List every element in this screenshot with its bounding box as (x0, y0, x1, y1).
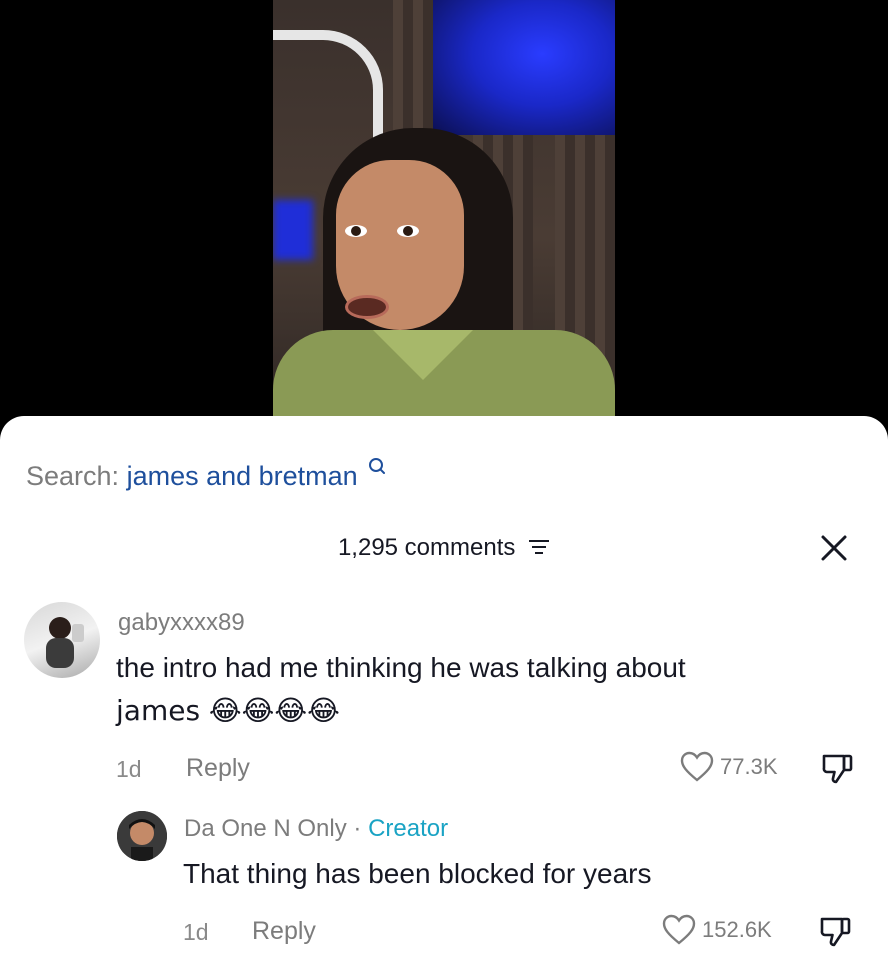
comments-count: 1,295 comments (337, 534, 516, 561)
reply-button[interactable]: Reply (252, 917, 316, 946)
like-button[interactable]: 152.6K (662, 914, 772, 946)
username-separator: · (346, 815, 369, 842)
person-eye (345, 225, 367, 237)
avatar[interactable] (24, 602, 100, 678)
avatar[interactable] (117, 811, 167, 861)
dislike-icon (822, 754, 853, 784)
reply-username-row: Da One N Only · Creator (184, 815, 448, 843)
close-button[interactable] (818, 532, 850, 564)
filter-icon[interactable] (528, 533, 550, 565)
dislike-icon (820, 917, 851, 947)
heart-icon (680, 751, 714, 782)
comment-username[interactable]: gabyxxxx89 (118, 609, 245, 637)
like-count: 77.3K (720, 754, 778, 779)
close-icon (821, 535, 847, 561)
dislike-button[interactable] (818, 915, 852, 954)
search-suggestion[interactable]: Search: james and bretman (26, 449, 386, 495)
comment-time: 1d (116, 756, 142, 782)
blue-light (273, 200, 313, 260)
comment-text: the intro had me thinking he was talking… (116, 646, 686, 732)
window-frame (273, 30, 383, 140)
heart-icon (662, 914, 696, 945)
search-icon[interactable] (368, 449, 386, 487)
search-term[interactable]: james and bretman (127, 461, 358, 491)
like-button[interactable]: 77.3K (680, 751, 778, 783)
comments-sheet: Search: james and bretman 1,295 comments… (0, 416, 888, 954)
reply-username[interactable]: Da One N Only (184, 815, 347, 842)
comment-text-line: the intro had me thinking he was talking… (116, 652, 686, 683)
reply-button[interactable]: Reply (186, 754, 250, 783)
reply-time: 1d (183, 919, 209, 945)
video-frame[interactable] (273, 0, 615, 430)
creator-badge: Creator (368, 815, 449, 842)
like-count: 152.6K (702, 917, 772, 942)
reply-text: That thing has been blocked for years (183, 858, 652, 889)
search-prefix: Search: (26, 461, 120, 491)
comments-count-header[interactable]: 1,295 comments (0, 532, 888, 565)
comment-text-line: james 😂😂😂😂 (116, 694, 340, 727)
person-mouth (345, 295, 389, 319)
blue-light (433, 0, 615, 135)
person-eye (397, 225, 419, 237)
dislike-button[interactable] (820, 752, 854, 791)
